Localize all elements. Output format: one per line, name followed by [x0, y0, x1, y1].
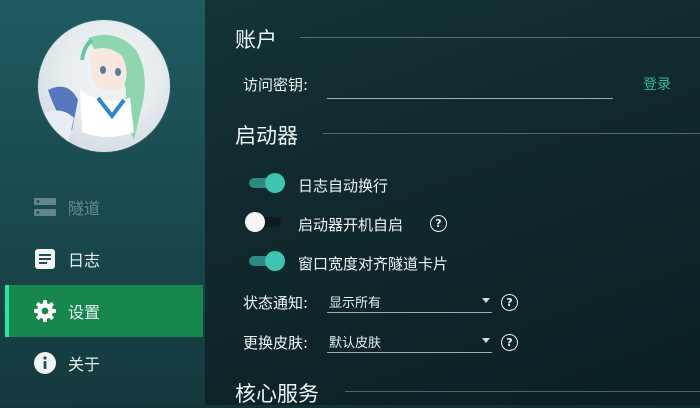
toggle-knob: [245, 212, 265, 232]
section-title-account: 账户: [235, 28, 277, 52]
sidebar: 隧道 日志 设置 关于: [0, 0, 205, 405]
align-width-toggle[interactable]: [247, 251, 285, 271]
sidebar-item-label: 隧道: [68, 199, 101, 218]
align-width-label: 窗口宽度对齐隧道卡片: [298, 255, 449, 273]
skin-select-value: 默认皮肤: [329, 336, 382, 351]
log-icon: [35, 249, 55, 269]
sidebar-item-tunnels[interactable]: 隧道: [5, 181, 203, 233]
autostart-toggle[interactable]: [245, 212, 283, 232]
info-icon: [34, 352, 56, 374]
sidebar-item-logs[interactable]: 日志: [5, 233, 203, 285]
sidebar-item-settings[interactable]: 设置: [5, 285, 203, 337]
section-divider: [345, 391, 700, 392]
autostart-help-icon[interactable]: ?: [430, 215, 447, 232]
sidebar-item-label: 设置: [68, 303, 101, 322]
access-key-input[interactable]: [327, 74, 613, 99]
skin-label: 更换皮肤:: [243, 334, 309, 352]
chevron-down-icon: [482, 298, 490, 303]
autostart-label: 启动器开机自启: [298, 216, 404, 234]
server-icon: [34, 198, 56, 216]
sidebar-item-about[interactable]: 关于: [5, 337, 203, 389]
avatar-illustration: [38, 34, 145, 152]
chevron-down-icon: [482, 338, 490, 343]
skin-help-icon[interactable]: ?: [501, 334, 518, 351]
toggle-knob: [265, 173, 285, 193]
section-title-core: 核心服务: [235, 382, 319, 406]
gear-icon: [34, 300, 56, 322]
section-title-launcher: 启动器: [235, 124, 298, 148]
sidebar-item-label: 日志: [68, 251, 101, 270]
notify-label: 状态通知:: [243, 294, 309, 312]
settings-panel: 账户 访问密钥: 登录 启动器 日志自动换行 启动器开机自启 ? 窗口宽度对齐隧…: [205, 0, 700, 406]
notify-select[interactable]: 显示所有: [327, 290, 492, 313]
log-wrap-toggle[interactable]: [247, 173, 285, 193]
notify-help-icon[interactable]: ?: [501, 294, 518, 311]
section-divider: [300, 37, 700, 38]
avatar: [38, 20, 170, 152]
skin-select[interactable]: 默认皮肤: [327, 330, 492, 353]
sidebar-item-label: 关于: [68, 355, 101, 374]
section-divider: [323, 133, 700, 134]
login-button[interactable]: 登录: [643, 74, 671, 94]
access-key-label: 访问密钥:: [243, 76, 309, 94]
notify-select-value: 显示所有: [329, 296, 382, 311]
log-wrap-label: 日志自动换行: [298, 177, 389, 195]
toggle-knob: [265, 251, 285, 271]
